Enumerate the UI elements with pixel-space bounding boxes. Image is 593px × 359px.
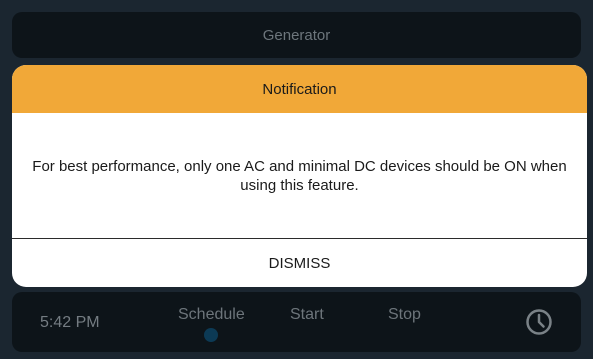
page-title: Generator (262, 26, 331, 44)
title-bar: Generator (12, 12, 581, 58)
dismiss-button[interactable]: DISMISS (12, 239, 587, 287)
stop-button[interactable]: Stop (388, 306, 421, 324)
clock-icon[interactable] (525, 308, 553, 336)
start-button[interactable]: Start (290, 306, 324, 324)
notification-header: Notification (12, 65, 587, 113)
dismiss-label: DISMISS (268, 254, 331, 272)
notification-dialog: Notification For best performance, only … (12, 65, 587, 287)
schedule-button[interactable]: Schedule (178, 306, 245, 324)
notification-message: For best performance, only one AC and mi… (32, 157, 567, 194)
notification-title: Notification (262, 80, 337, 98)
generator-screen: Generator 5:42 PM Schedule Start Stop No… (0, 0, 593, 359)
notification-body: For best performance, only one AC and mi… (12, 113, 587, 238)
schedule-indicator-dot (204, 328, 218, 342)
time-display: 5:42 PM (40, 314, 100, 331)
bottom-bar: 5:42 PM Schedule Start Stop (12, 292, 581, 352)
